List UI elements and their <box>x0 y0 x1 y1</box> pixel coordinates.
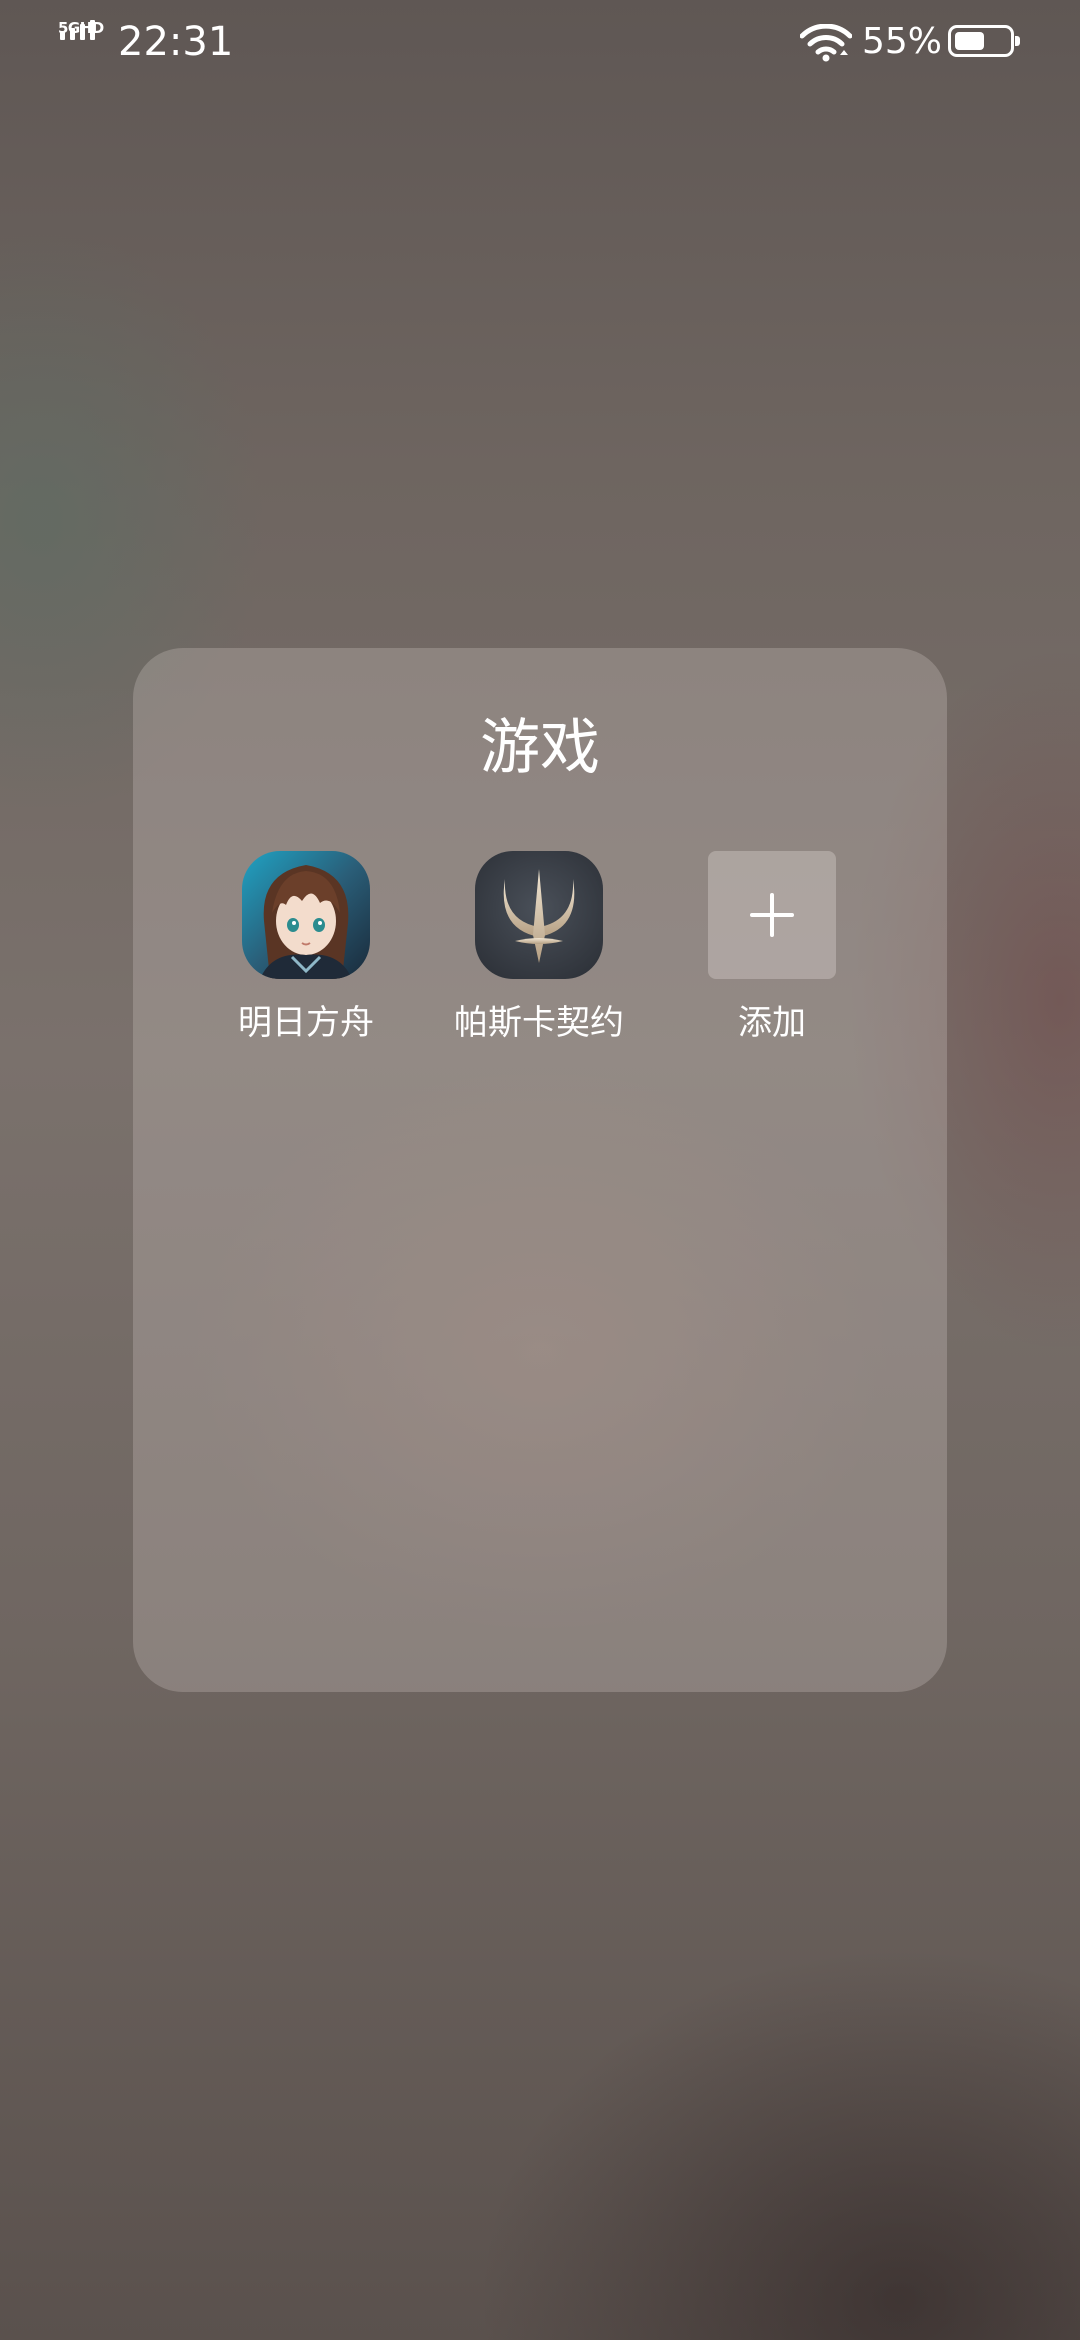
add-app-button[interactable]: 添加 <box>672 851 872 1045</box>
battery-percentage: 55% <box>862 21 943 62</box>
arknights-app-icon[interactable] <box>242 851 370 979</box>
wifi-icon <box>800 24 852 62</box>
add-label: 添加 <box>738 1003 806 1043</box>
add-tile[interactable] <box>708 851 836 979</box>
cellular-signal-icon: 5GHD <box>58 20 108 60</box>
pascal-contract-app-icon[interactable] <box>475 851 603 979</box>
status-time: 22:31 <box>118 19 234 65</box>
status-bar: 5GHD 22:31 55% <box>0 0 1080 90</box>
app-arknights[interactable]: 明日方舟 <box>206 851 406 1045</box>
app-folder: 游戏 明日方舟 帕斯卡契约 添加 <box>133 648 947 1692</box>
folder-title[interactable]: 游戏 <box>133 708 947 788</box>
app-label: 明日方舟 <box>238 1003 374 1043</box>
battery-icon <box>948 25 1020 57</box>
app-pascal-contract[interactable]: 帕斯卡契约 <box>439 851 639 1045</box>
app-label: 帕斯卡契约 <box>454 1003 624 1043</box>
plus-icon <box>750 893 794 937</box>
